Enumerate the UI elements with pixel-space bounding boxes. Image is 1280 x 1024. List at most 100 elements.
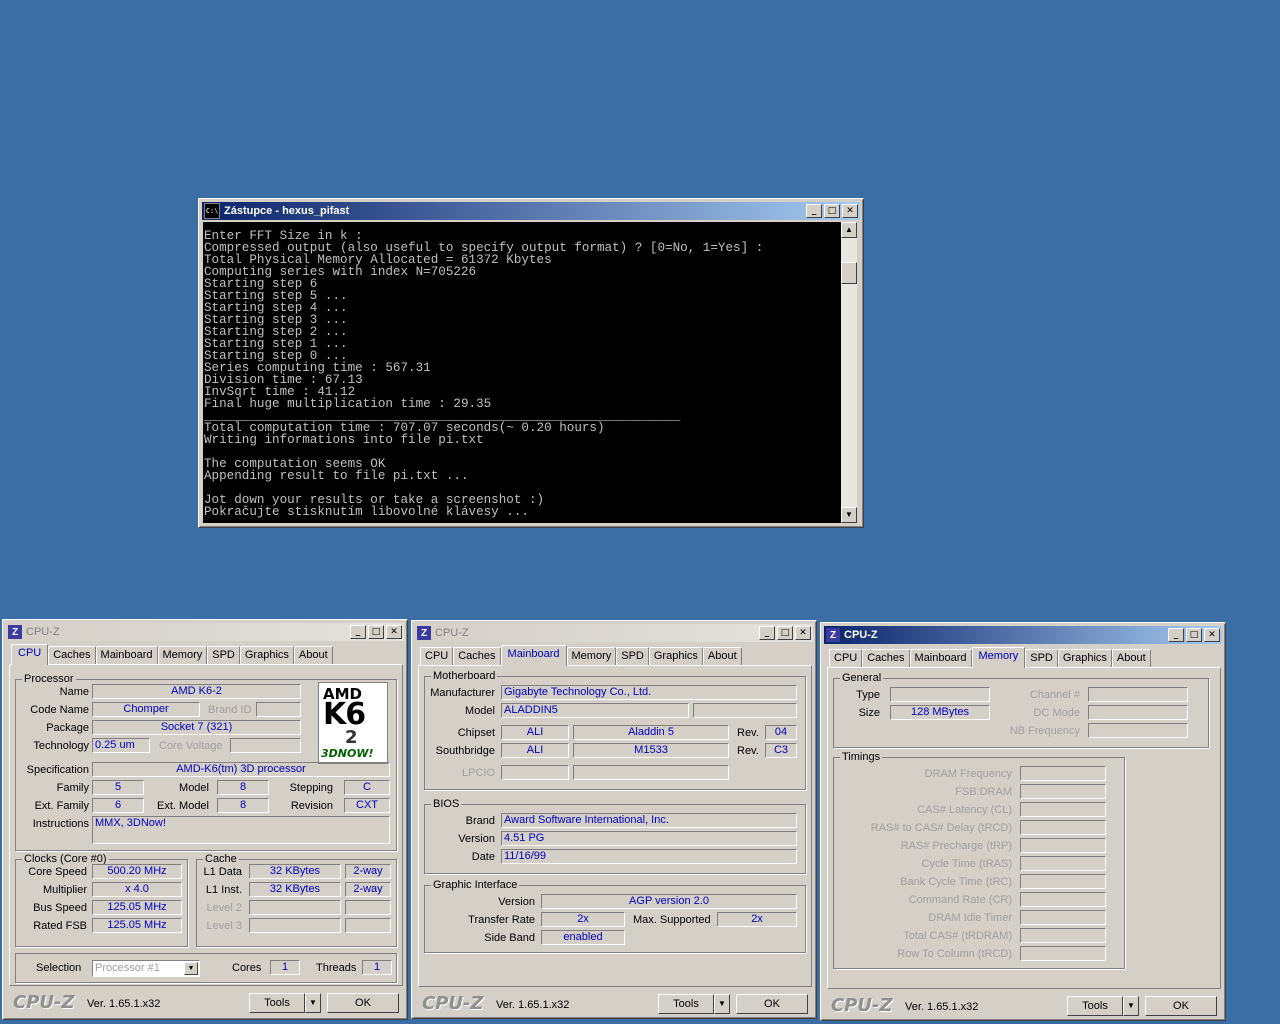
minimize-button[interactable]: _ xyxy=(350,625,366,639)
tab-about[interactable]: About xyxy=(1111,649,1151,667)
tools-dropdown-icon[interactable]: ▼ xyxy=(714,994,730,1014)
timing-value xyxy=(1020,946,1106,961)
family-label: Family xyxy=(56,782,89,794)
tools-dropdown-icon[interactable]: ▼ xyxy=(305,993,321,1013)
cpuz-titlebar[interactable]: Z CPU-Z _ □ ✕ xyxy=(6,623,404,641)
bios-brand-label: Brand xyxy=(465,815,495,827)
cpuz-icon: Z xyxy=(826,628,840,642)
chipset-rev-value: 04 xyxy=(765,725,797,740)
tab-memory[interactable]: Memory xyxy=(566,647,617,665)
tab-about[interactable]: About xyxy=(293,646,333,664)
size-label: Size xyxy=(858,707,880,719)
tab-about[interactable]: About xyxy=(702,647,742,665)
technology-label: Technology xyxy=(33,740,89,752)
tab-spd[interactable]: SPD xyxy=(207,646,240,664)
tab-mainboard[interactable]: Mainboard xyxy=(500,645,567,666)
scroll-up-icon[interactable]: ▲ xyxy=(841,222,857,238)
ratedfsb-label: Rated FSB xyxy=(33,920,87,932)
southbridge-label: Southbridge xyxy=(435,745,495,757)
selection-group: Selection Processor #1 ▼ Cores 1 Threads… xyxy=(15,953,397,983)
tab-panel: Processor Name AMD K6-2 Code Name Chompe… xyxy=(9,664,403,986)
minimize-button[interactable]: _ xyxy=(806,204,822,218)
tab-spd[interactable]: SPD xyxy=(616,647,649,665)
console-titlebar[interactable]: C:\ Zástupce - hexus_pifast _ □ ✕ xyxy=(202,202,860,220)
clocks-group: Clocks (Core #0) Core Speed 500.20 MHz M… xyxy=(15,852,188,947)
tab-cpu[interactable]: CPU xyxy=(420,647,454,665)
gi-version-label: Version xyxy=(498,896,535,908)
close-button[interactable]: ✕ xyxy=(795,626,811,640)
timing-label: Cycle Time (tRAS) xyxy=(921,858,1012,870)
close-button[interactable]: ✕ xyxy=(1204,628,1220,642)
cpuz-brand-logo: CPU-Z xyxy=(422,993,484,1014)
chevron-down-icon[interactable]: ▼ xyxy=(184,962,198,975)
ok-button[interactable]: OK xyxy=(1145,996,1217,1016)
tab-mainboard[interactable]: Mainboard xyxy=(95,646,158,664)
family-value: 5 xyxy=(92,780,144,795)
tab-memory[interactable]: Memory xyxy=(157,646,208,664)
amd-k6-logo: AMD K6 2 3DNOW! xyxy=(318,682,388,764)
scroll-thumb[interactable] xyxy=(841,262,857,284)
minimize-button[interactable]: _ xyxy=(759,626,775,640)
maximize-button[interactable]: □ xyxy=(777,626,793,640)
timing-label: RAS# to CAS# Delay (tRCD) xyxy=(870,822,1012,834)
tab-graphics[interactable]: Graphics xyxy=(239,646,294,664)
tab-cpu[interactable]: CPU xyxy=(829,649,863,667)
bios-group: BIOS Brand Award Software International,… xyxy=(424,797,806,874)
ok-button[interactable]: OK xyxy=(736,994,808,1014)
timing-value xyxy=(1020,802,1106,817)
tools-button[interactable]: Tools xyxy=(658,994,714,1014)
console-line: Appending result to file pi.txt ... xyxy=(204,469,469,483)
timing-label: RAS# Precharge (tRP) xyxy=(900,840,1012,852)
timing-value xyxy=(1020,874,1106,889)
tab-strip: CPU Caches Mainboard Memory SPD Graphics… xyxy=(11,644,333,665)
lpcio-name xyxy=(573,765,729,780)
maximize-button[interactable]: □ xyxy=(824,204,840,218)
multiplier-value: x 4.0 xyxy=(92,882,182,897)
tab-mainboard[interactable]: Mainboard xyxy=(909,649,972,667)
name-label: Name xyxy=(59,686,89,698)
minimize-button[interactable]: _ xyxy=(1168,628,1184,642)
cpuz-brand-logo: CPU-Z xyxy=(13,992,75,1013)
chipset-label: Chipset xyxy=(457,727,495,739)
bios-date-label: Date xyxy=(471,851,495,863)
tab-graphics[interactable]: Graphics xyxy=(648,647,703,665)
console-title: Zástupce - hexus_pifast xyxy=(224,205,350,217)
processor-group: Processor Name AMD K6-2 Code Name Chompe… xyxy=(15,672,397,851)
cpuz-window-cpu: Z CPU-Z _ □ ✕ CPU Caches Mainboard Memor… xyxy=(2,619,408,1020)
scroll-down-icon[interactable]: ▼ xyxy=(841,507,857,523)
cpuz-titlebar[interactable]: Z CPU-Z _ □ ✕ xyxy=(415,624,813,642)
maximize-button[interactable]: □ xyxy=(1186,628,1202,642)
timing-value xyxy=(1020,838,1106,853)
tab-caches[interactable]: Caches xyxy=(48,646,96,664)
tab-caches[interactable]: Caches xyxy=(453,647,501,665)
chipset-name: Aladdin 5 xyxy=(573,725,729,740)
instructions-label: Instructions xyxy=(32,818,89,830)
corevoltage-value xyxy=(230,738,301,753)
console-scrollbar[interactable]: ▲ ▼ xyxy=(841,222,857,523)
close-button[interactable]: ✕ xyxy=(842,204,858,218)
timing-value xyxy=(1020,784,1106,799)
cpuz-title: CPU-Z xyxy=(844,629,878,641)
instructions-value: MMX, 3DNow! xyxy=(92,816,390,844)
maximize-button[interactable]: □ xyxy=(368,625,384,639)
spec-label: Specification xyxy=(26,764,89,776)
tab-graphics[interactable]: Graphics xyxy=(1057,649,1112,667)
close-button[interactable]: ✕ xyxy=(386,625,402,639)
ok-button[interactable]: OK xyxy=(327,993,399,1013)
cpuz-titlebar[interactable]: Z CPU-Z _ □ ✕ xyxy=(824,626,1222,644)
timing-value xyxy=(1020,856,1106,871)
tab-cpu[interactable]: CPU xyxy=(11,644,49,665)
tab-memory[interactable]: Memory xyxy=(971,647,1026,668)
multiplier-label: Multiplier xyxy=(42,884,87,896)
timing-value xyxy=(1020,766,1106,781)
console-output[interactable]: Enter FFT Size in k : Compressed output (… xyxy=(203,222,841,523)
transfer-label: Transfer Rate xyxy=(468,914,535,926)
group-title: Timings xyxy=(840,750,883,764)
tools-button[interactable]: Tools xyxy=(1067,996,1123,1016)
console-window: C:\ Zástupce - hexus_pifast _ □ ✕ Enter … xyxy=(198,198,864,528)
tab-caches[interactable]: Caches xyxy=(862,649,910,667)
tools-dropdown-icon[interactable]: ▼ xyxy=(1123,996,1139,1016)
tab-spd[interactable]: SPD xyxy=(1025,649,1058,667)
brandid-value xyxy=(256,702,301,717)
tools-button[interactable]: Tools xyxy=(249,993,305,1013)
